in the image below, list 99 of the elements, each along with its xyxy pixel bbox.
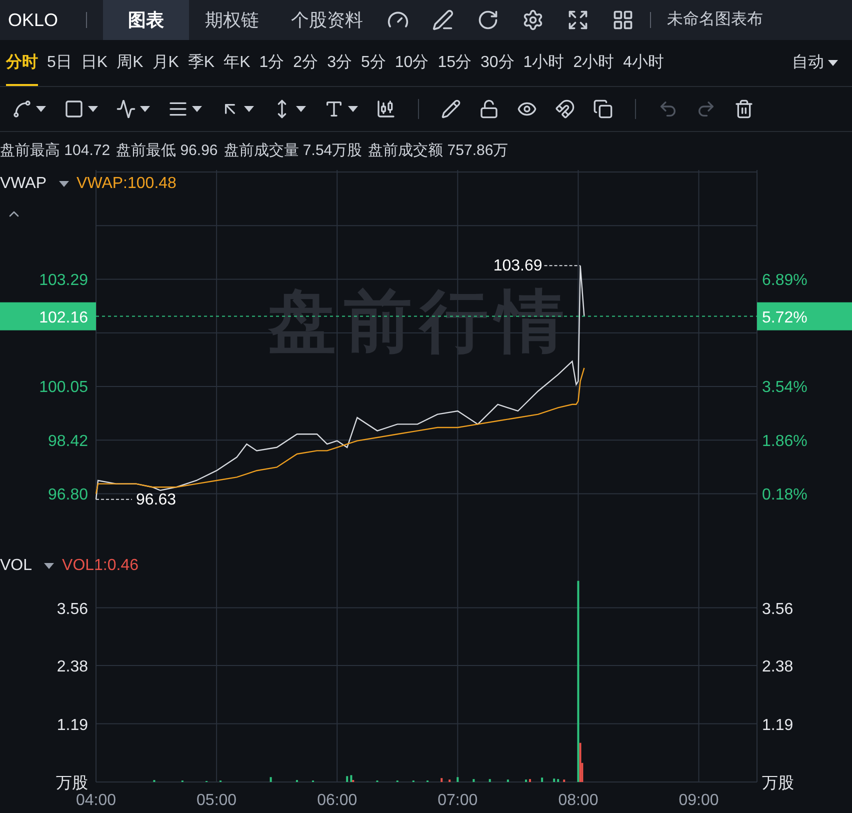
timeframe-tab[interactable]: 周K bbox=[116, 40, 144, 86]
axis-label: 1.19 bbox=[56, 716, 88, 734]
volume-bar bbox=[440, 778, 443, 782]
axis-unit: 万股 bbox=[56, 775, 88, 792]
axis-label: 0.18% bbox=[762, 486, 808, 504]
axis-label: 100.05 bbox=[39, 379, 88, 396]
timeframe-tab[interactable]: 2小时 bbox=[573, 40, 614, 86]
axis-label: 3.54% bbox=[762, 379, 808, 396]
header-tab[interactable]: 个股资料 bbox=[275, 0, 379, 40]
magnet-icon bbox=[555, 99, 575, 119]
volume-bar bbox=[346, 776, 348, 782]
line-icon bbox=[12, 99, 32, 119]
caret-icon bbox=[44, 563, 54, 569]
volume-bar bbox=[525, 780, 528, 782]
caret-icon bbox=[296, 106, 306, 112]
candlestick-icon bbox=[376, 99, 396, 119]
caret-icon bbox=[192, 106, 202, 112]
caret-icon bbox=[58, 181, 69, 187]
axis-label: 6.89% bbox=[762, 272, 808, 289]
caret-icon bbox=[828, 60, 838, 66]
caret-icon bbox=[348, 106, 358, 112]
settings-icon[interactable] bbox=[522, 9, 544, 31]
timeframe-tab[interactable]: 月K bbox=[152, 40, 179, 86]
timeframe-tab[interactable]: 3分 bbox=[327, 40, 352, 86]
axis-label: 98.42 bbox=[48, 433, 88, 450]
timeframe-tab[interactable]: 日K bbox=[80, 40, 108, 86]
trash-icon bbox=[734, 99, 754, 119]
volume-bar bbox=[553, 778, 556, 782]
caret-icon bbox=[140, 106, 150, 112]
refresh-icon[interactable] bbox=[477, 9, 499, 31]
layout-name[interactable]: 未命名图表布 bbox=[667, 8, 763, 32]
caret-icon bbox=[36, 106, 46, 112]
header-tab[interactable]: 图表 bbox=[103, 0, 189, 40]
caret-icon bbox=[88, 106, 98, 112]
rectangle-icon bbox=[64, 99, 84, 119]
last-price-badge: 102.16 bbox=[0, 302, 96, 330]
axis-label: 1.86% bbox=[762, 433, 808, 450]
indicator-value: VWAP:100.48 bbox=[76, 174, 176, 194]
leader-line bbox=[544, 265, 581, 266]
indicator-name[interactable]: VOL bbox=[0, 554, 32, 578]
premarket-stat: 盘前成交量 7.54万股 bbox=[224, 140, 362, 161]
indicator-name[interactable]: VWAP bbox=[0, 172, 47, 196]
timeframe-tab[interactable]: 1小时 bbox=[523, 40, 564, 86]
text-icon bbox=[324, 99, 344, 119]
last-change-badge: 5.72% bbox=[757, 302, 852, 330]
axis-label: 103.29 bbox=[39, 272, 88, 289]
axis-label: 07:00 bbox=[438, 792, 478, 809]
price-marker-label: 103.69 bbox=[493, 258, 542, 275]
axis-label: 96.80 bbox=[48, 486, 88, 504]
axis-label: 09:00 bbox=[678, 792, 719, 809]
volume-bar bbox=[506, 780, 509, 782]
copy-icon bbox=[593, 99, 613, 119]
axis-label: 2.38 bbox=[56, 658, 88, 676]
timeframe-tab[interactable]: 15分 bbox=[438, 40, 472, 86]
volume-bar bbox=[488, 779, 491, 782]
volume-bar bbox=[472, 779, 475, 782]
indicator-value: VOL1:0.46 bbox=[62, 556, 139, 576]
redo-icon bbox=[696, 99, 716, 119]
scale-mode-dropdown[interactable]: 自动 bbox=[792, 51, 838, 75]
caret-icon bbox=[244, 106, 254, 112]
volume-bar bbox=[541, 778, 544, 782]
timeframe-tab[interactable]: 10分 bbox=[394, 40, 429, 86]
timeframe-tab[interactable]: 1分 bbox=[259, 40, 284, 86]
volume-bar bbox=[456, 777, 459, 782]
volume-bar bbox=[563, 780, 566, 782]
timeframe-tab[interactable]: 4小时 bbox=[623, 40, 664, 86]
grid-icon[interactable] bbox=[612, 9, 634, 31]
axis-label: 3.56 bbox=[762, 600, 794, 618]
premarket-stat: 盘前最高 104.72 bbox=[0, 140, 110, 161]
axis-label: 04:00 bbox=[76, 792, 116, 809]
volume-bar bbox=[557, 779, 560, 782]
timeframe-tab[interactable]: 季K bbox=[188, 40, 215, 86]
timeframe-tab[interactable]: 分时 bbox=[6, 40, 38, 86]
pencil-icon bbox=[441, 99, 461, 119]
price-marker-label: 96.63 bbox=[136, 491, 176, 508]
undo-icon bbox=[658, 99, 678, 119]
axis-label: 08:00 bbox=[558, 792, 598, 809]
header-tab[interactable]: 期权链 bbox=[189, 0, 275, 40]
pattern-icon bbox=[116, 99, 136, 119]
timeframe-tab[interactable]: 30分 bbox=[480, 40, 514, 86]
timeframe-tab[interactable]: 5分 bbox=[360, 40, 386, 86]
axis-label: 05:00 bbox=[196, 792, 237, 809]
edit-icon[interactable] bbox=[432, 9, 454, 31]
timeframe-tab[interactable]: 年K bbox=[224, 40, 250, 86]
volume-bar bbox=[270, 777, 272, 782]
axis-unit: 万股 bbox=[762, 775, 794, 792]
premarket-stat: 盘前成交额 757.86万 bbox=[368, 140, 508, 161]
volume-bar bbox=[448, 780, 451, 782]
axis-label: 2.38 bbox=[762, 658, 794, 676]
unlock-icon bbox=[479, 99, 499, 119]
axis-label: 1.19 bbox=[762, 716, 794, 734]
timeframe-tab[interactable]: 5日 bbox=[47, 40, 72, 86]
axis-label: 3.56 bbox=[56, 600, 88, 618]
stock-symbol: OKLO bbox=[7, 8, 60, 32]
timeframe-tab[interactable]: 2分 bbox=[293, 40, 318, 86]
premarket-stat: 盘前最低 96.96 bbox=[116, 140, 218, 161]
leader-line bbox=[96, 498, 132, 500]
axis-label: 06:00 bbox=[317, 792, 358, 809]
fullscreen-icon[interactable] bbox=[567, 9, 589, 31]
